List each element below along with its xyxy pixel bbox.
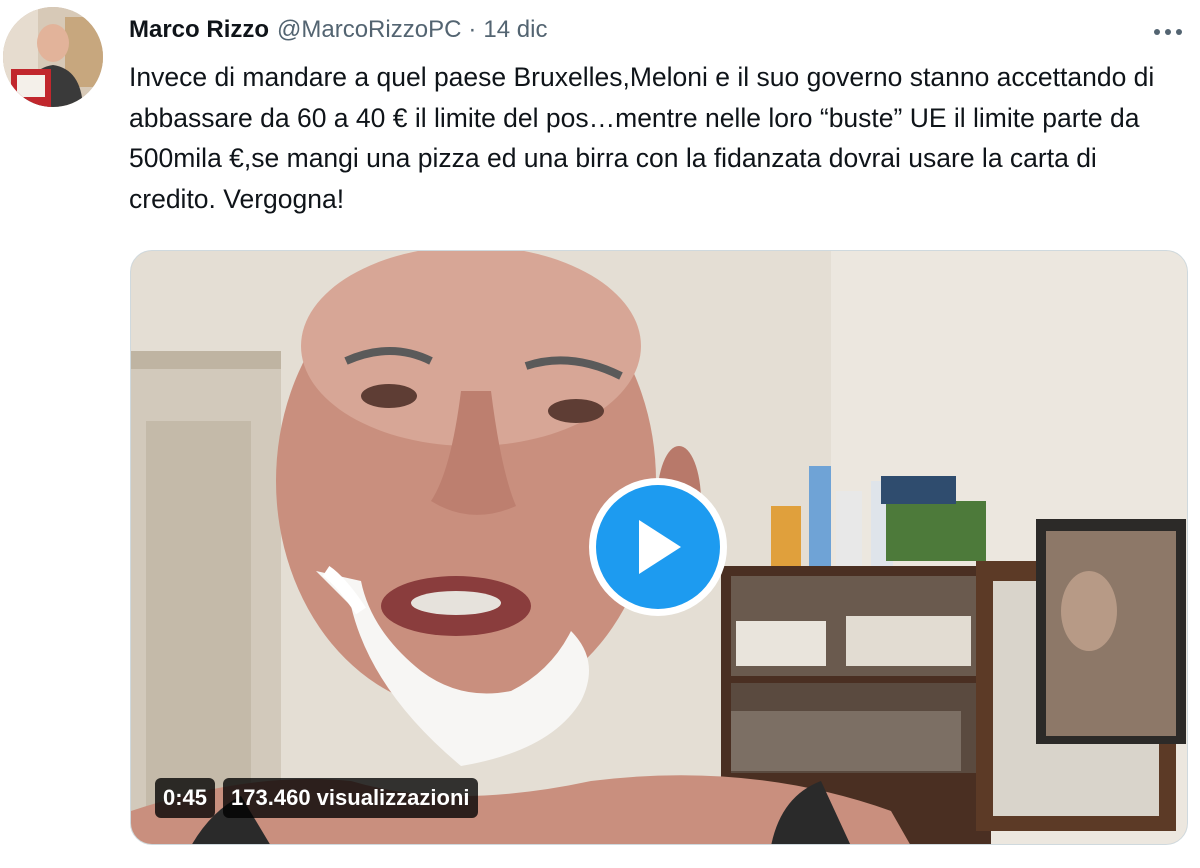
avatar-photo xyxy=(3,7,103,107)
header-separator: · xyxy=(468,16,477,43)
tweet-timestamp[interactable]: 14 dic xyxy=(483,16,547,44)
video-view-count: 173.460 visualizzazioni xyxy=(223,778,478,818)
author-handle[interactable]: @MarcoRizzoPC xyxy=(277,16,461,44)
play-icon xyxy=(639,520,681,574)
video-duration: 0:45 xyxy=(155,778,216,818)
more-options-button[interactable] xyxy=(1150,14,1186,50)
tweet-header: Marco Rizzo @MarcoRizzoPC · 14 dic xyxy=(129,13,547,47)
tweet-text: Invece di mandare a quel paese Bruxelles… xyxy=(129,62,1162,214)
play-button[interactable] xyxy=(589,478,727,616)
author-display-name[interactable]: Marco Rizzo xyxy=(129,16,269,44)
more-horizontal-icon xyxy=(1154,29,1182,35)
author-avatar[interactable] xyxy=(3,7,103,107)
play-button-circle xyxy=(596,485,720,609)
tweet: Marco Rizzo @MarcoRizzoPC · 14 dic Invec… xyxy=(0,0,1200,868)
video-player[interactable]: 0:45 173.460 visualizzazioni xyxy=(130,250,1188,845)
video-info-overlay: 0:45 173.460 visualizzazioni xyxy=(155,778,478,818)
